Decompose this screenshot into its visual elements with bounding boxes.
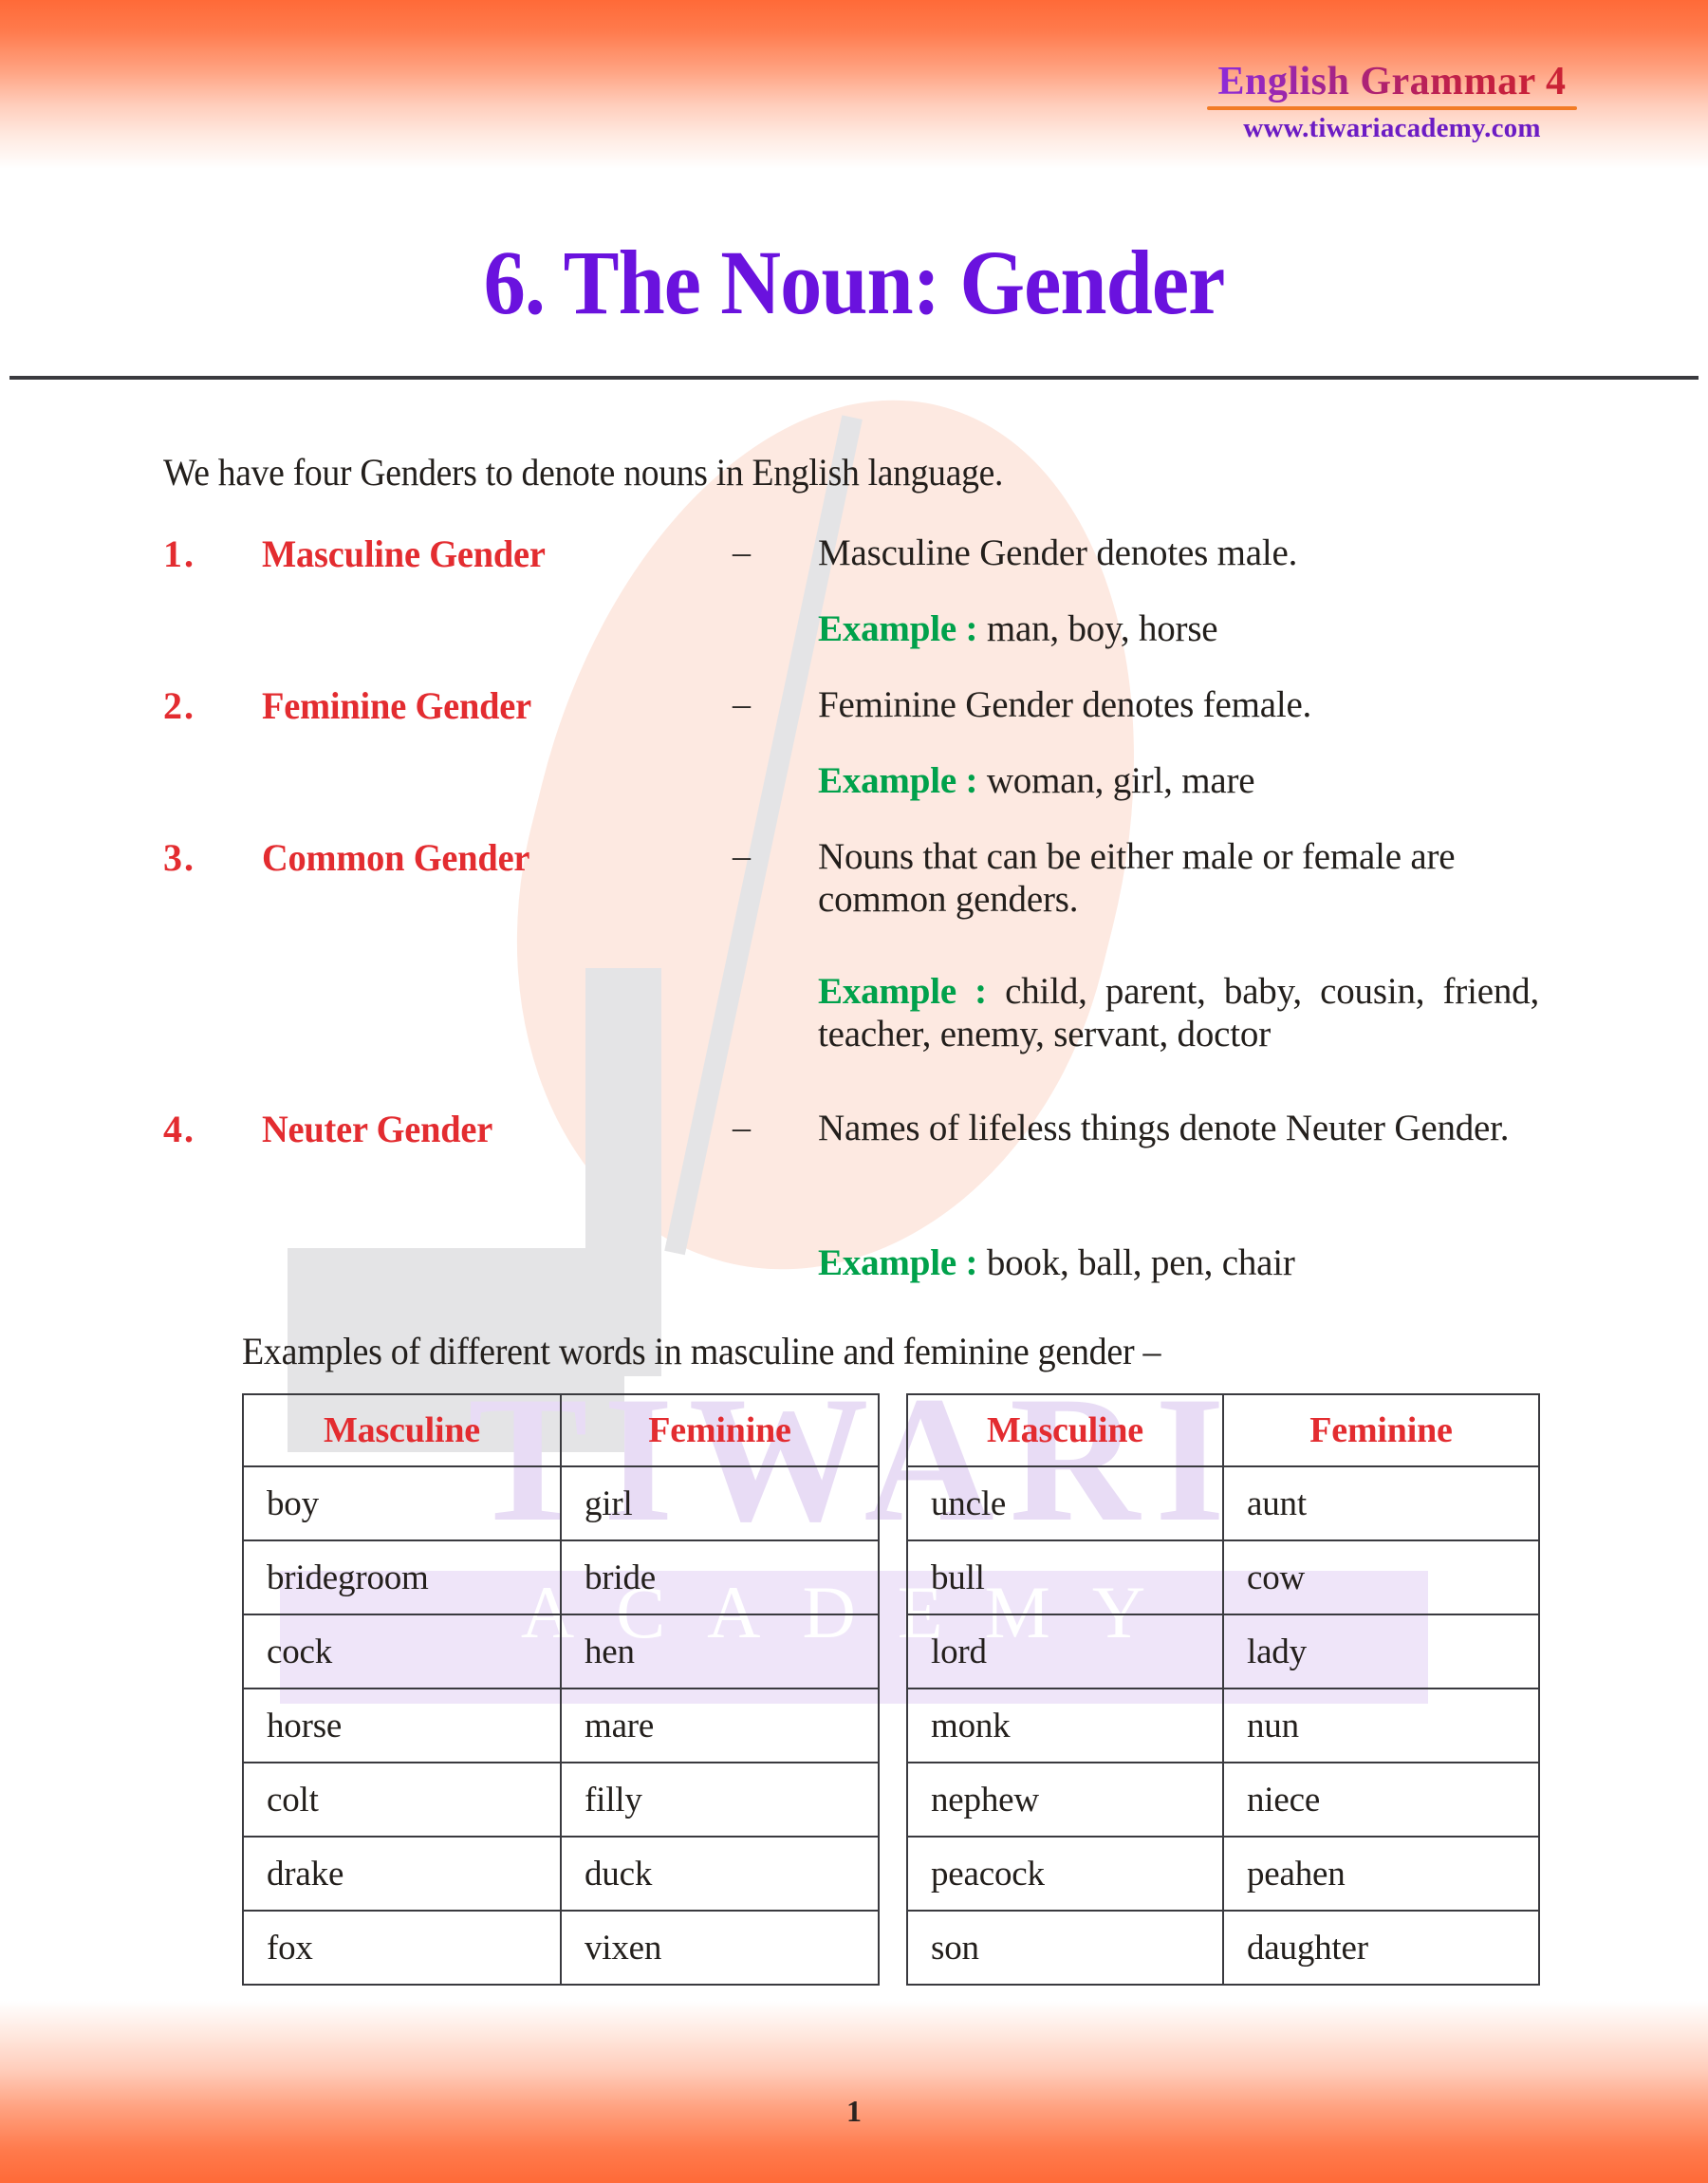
table-row: nephew niece — [906, 1762, 1540, 1838]
column-header-masculine: Masculine — [906, 1393, 1224, 1467]
cell-masculine: cock — [242, 1614, 562, 1689]
gender-example-2: Example : woman, girl, mare — [818, 759, 1568, 802]
cell-masculine: colt — [242, 1762, 562, 1838]
column-header-masculine: Masculine — [242, 1393, 562, 1467]
example-text: man, boy, horse — [977, 608, 1218, 649]
table-header-row: Masculine Feminine — [242, 1393, 880, 1467]
cell-masculine: lord — [906, 1614, 1224, 1689]
column-header-feminine: Feminine — [1222, 1393, 1540, 1467]
cell-feminine: cow — [1222, 1539, 1540, 1615]
cell-feminine: filly — [560, 1762, 880, 1838]
gender-number: 2. — [163, 684, 195, 727]
table-row: lord lady — [906, 1614, 1540, 1689]
cell-feminine: duck — [560, 1836, 880, 1912]
gender-term: Common Gender — [262, 836, 530, 879]
cell-masculine: bridegroom — [242, 1539, 562, 1615]
example-text: book, ball, pen, chair — [977, 1242, 1295, 1283]
gender-term: Feminine Gender — [262, 684, 532, 727]
cell-masculine: horse — [242, 1688, 562, 1763]
table-row: monk nun — [906, 1688, 1540, 1763]
table-row: bull cow — [906, 1539, 1540, 1615]
document-page: TIWARI ACADEMY English Grammar 4 www.tiw… — [0, 0, 1708, 2183]
tables-intro: Examples of different words in masculine… — [242, 1330, 1161, 1372]
cell-feminine: aunt — [1222, 1465, 1540, 1541]
gender-number: 1. — [163, 532, 195, 575]
table-row: peacock peahen — [906, 1836, 1540, 1912]
cell-masculine: monk — [906, 1688, 1224, 1763]
cell-feminine: peahen — [1222, 1836, 1540, 1912]
table-row: drake duck — [242, 1836, 880, 1912]
header-brand: English Grammar 4 www.tiwariacademy.com — [1207, 59, 1577, 144]
table-row: son daughter — [906, 1910, 1540, 1986]
table-row: fox vixen — [242, 1910, 880, 1986]
cell-feminine: mare — [560, 1688, 880, 1763]
cell-feminine: vixen — [560, 1910, 880, 1986]
gender-number: 4. — [163, 1108, 195, 1150]
gender-table-right: Masculine Feminine uncle aunt bull cow l… — [906, 1393, 1540, 1986]
cell-masculine: drake — [242, 1836, 562, 1912]
gender-table-left: Masculine Feminine boy girl bridegroom b… — [242, 1393, 880, 1986]
cell-feminine: niece — [1222, 1762, 1540, 1838]
gender-example-1: Example : man, boy, horse — [818, 607, 1568, 650]
title-divider — [9, 376, 1699, 380]
gender-number: 3. — [163, 836, 195, 879]
cell-masculine: bull — [906, 1539, 1224, 1615]
table-row: bridegroom bride — [242, 1539, 880, 1615]
table-row: cock hen — [242, 1614, 880, 1689]
cell-feminine: nun — [1222, 1688, 1540, 1763]
brand-url[interactable]: www.tiwariacademy.com — [1207, 113, 1577, 144]
example-label: Example : — [818, 760, 978, 801]
gender-dash: – — [733, 836, 751, 876]
page-number: 1 — [846, 2094, 862, 2128]
cell-masculine: boy — [242, 1465, 562, 1541]
brand-title: English Grammar 4 — [1207, 59, 1577, 104]
example-label: Example : — [818, 971, 987, 1012]
table-row: horse mare — [242, 1688, 880, 1763]
gender-term: Neuter Gender — [262, 1108, 493, 1150]
cell-masculine: peacock — [906, 1836, 1224, 1912]
cell-masculine: nephew — [906, 1762, 1224, 1838]
table-row: boy girl — [242, 1465, 880, 1541]
cell-masculine: uncle — [906, 1465, 1224, 1541]
table-header-row: Masculine Feminine — [906, 1393, 1540, 1467]
page-content: English Grammar 4 www.tiwariacademy.com … — [0, 0, 1708, 2183]
table-row: colt filly — [242, 1762, 880, 1838]
gender-definition: Masculine Gender denotes male. — [818, 532, 1298, 573]
cell-feminine: daughter — [1222, 1910, 1540, 1986]
gender-example-3: Example : child, parent, baby, cousin, f… — [818, 970, 1539, 1055]
gender-dash: – — [733, 1108, 751, 1147]
cell-masculine: fox — [242, 1910, 562, 1986]
gender-definition: Feminine Gender denotes female. — [818, 684, 1312, 725]
page-title: 6. The Noun: Gender — [483, 232, 1226, 333]
gender-term: Masculine Gender — [262, 532, 546, 575]
cell-feminine: girl — [560, 1465, 880, 1541]
cell-masculine: son — [906, 1910, 1224, 1986]
gender-definition: Nouns that can be either male or female … — [818, 836, 1456, 921]
column-header-feminine: Feminine — [560, 1393, 880, 1467]
example-label: Example : — [818, 1242, 978, 1283]
gender-example-4: Example : book, ball, pen, chair — [818, 1241, 1568, 1284]
cell-feminine: bride — [560, 1539, 880, 1615]
table-row: uncle aunt — [906, 1465, 1540, 1541]
cell-feminine: lady — [1222, 1614, 1540, 1689]
gender-dash: – — [733, 684, 751, 724]
cell-feminine: hen — [560, 1614, 880, 1689]
gender-definition: Names of lifeless things denote Neuter G… — [818, 1108, 1510, 1148]
intro-paragraph: We have four Genders to denote nouns in … — [163, 451, 1004, 494]
example-label: Example : — [818, 608, 978, 649]
example-text: woman, girl, mare — [977, 760, 1255, 801]
brand-underline — [1207, 106, 1577, 110]
gender-dash: – — [733, 532, 751, 572]
